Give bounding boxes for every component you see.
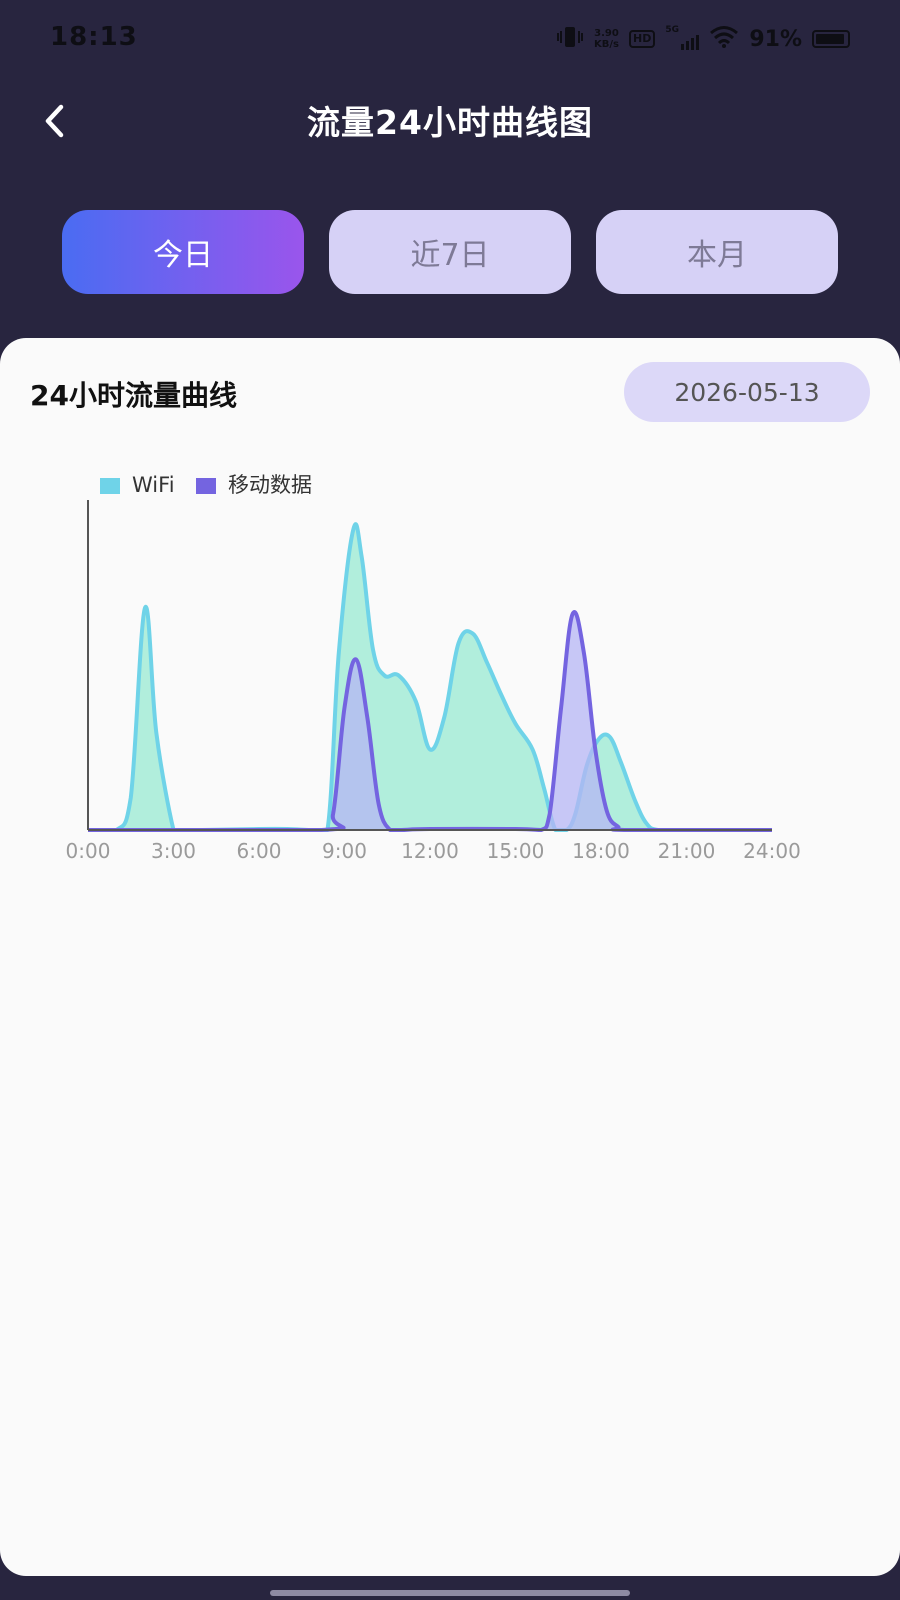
- page-title: 流量24小时曲线图: [307, 103, 593, 142]
- x-tick-label: 18:00: [572, 839, 630, 863]
- date-selector-label: 2026-05-13: [674, 377, 820, 407]
- status-time: 18:13: [50, 22, 138, 52]
- tab-today-label: 今日: [153, 238, 213, 273]
- legend-label-1: 移动数据: [228, 473, 312, 497]
- x-tick-label: 0:00: [66, 839, 111, 863]
- period-tabs: 今日 近7日 本月: [62, 210, 838, 294]
- x-tick-label: 3:00: [151, 839, 196, 863]
- network-speed-unit: KB/s: [594, 39, 619, 50]
- series-area-0: [88, 524, 772, 830]
- tab-last-7-days-label: 近7日: [410, 238, 490, 273]
- x-tick-label: 24:00: [743, 839, 801, 863]
- x-tick-label: 9:00: [322, 839, 367, 863]
- battery-percent: 91%: [749, 26, 802, 52]
- chart-card: 24小时流量曲线 2026-05-13 WiFi 移动数据 0:00 3:00 6:00…: [0, 338, 900, 1576]
- tab-last-7-days[interactable]: 近7日: [329, 210, 571, 294]
- x-tick-label: 12:00: [401, 839, 459, 863]
- x-tick-label: 6:00: [237, 839, 282, 863]
- network-speed: 3.90 KB/s: [594, 28, 619, 50]
- traffic-area-chart: WiFi 移动数据 0:00 3:00 6:00 9:00 12:00 15:00 18:00 2…: [66, 473, 801, 863]
- home-indicator: [270, 1590, 630, 1596]
- battery-icon: [812, 30, 850, 48]
- tab-this-month-label: 本月: [687, 238, 747, 273]
- legend-swatch-0: [100, 478, 120, 494]
- tab-this-month[interactable]: 本月: [596, 210, 838, 294]
- wifi-icon: [709, 25, 739, 53]
- network-type-label: 5G: [665, 25, 679, 35]
- hd-badge: HD: [628, 30, 656, 48]
- header: 流量24小时曲线图: [0, 80, 900, 160]
- status-bar: 18:13 3.90 KB/s HD 5G 91%: [0, 0, 900, 80]
- status-icons: 3.90 KB/s HD 5G 91%: [556, 24, 850, 54]
- vibrate-icon: [556, 24, 584, 54]
- signal-icon: 5G: [665, 25, 700, 50]
- x-tick-label: 15:00: [487, 839, 545, 863]
- legend-label-0: WiFi: [132, 473, 175, 497]
- card-title: 24小时流量曲线: [30, 379, 237, 412]
- x-tick-label: 21:00: [658, 839, 716, 863]
- legend-swatch-1: [196, 478, 216, 494]
- network-speed-value: 3.90: [594, 28, 619, 39]
- date-selector[interactable]: 2026-05-13: [624, 362, 870, 422]
- tab-today[interactable]: 今日: [62, 210, 304, 294]
